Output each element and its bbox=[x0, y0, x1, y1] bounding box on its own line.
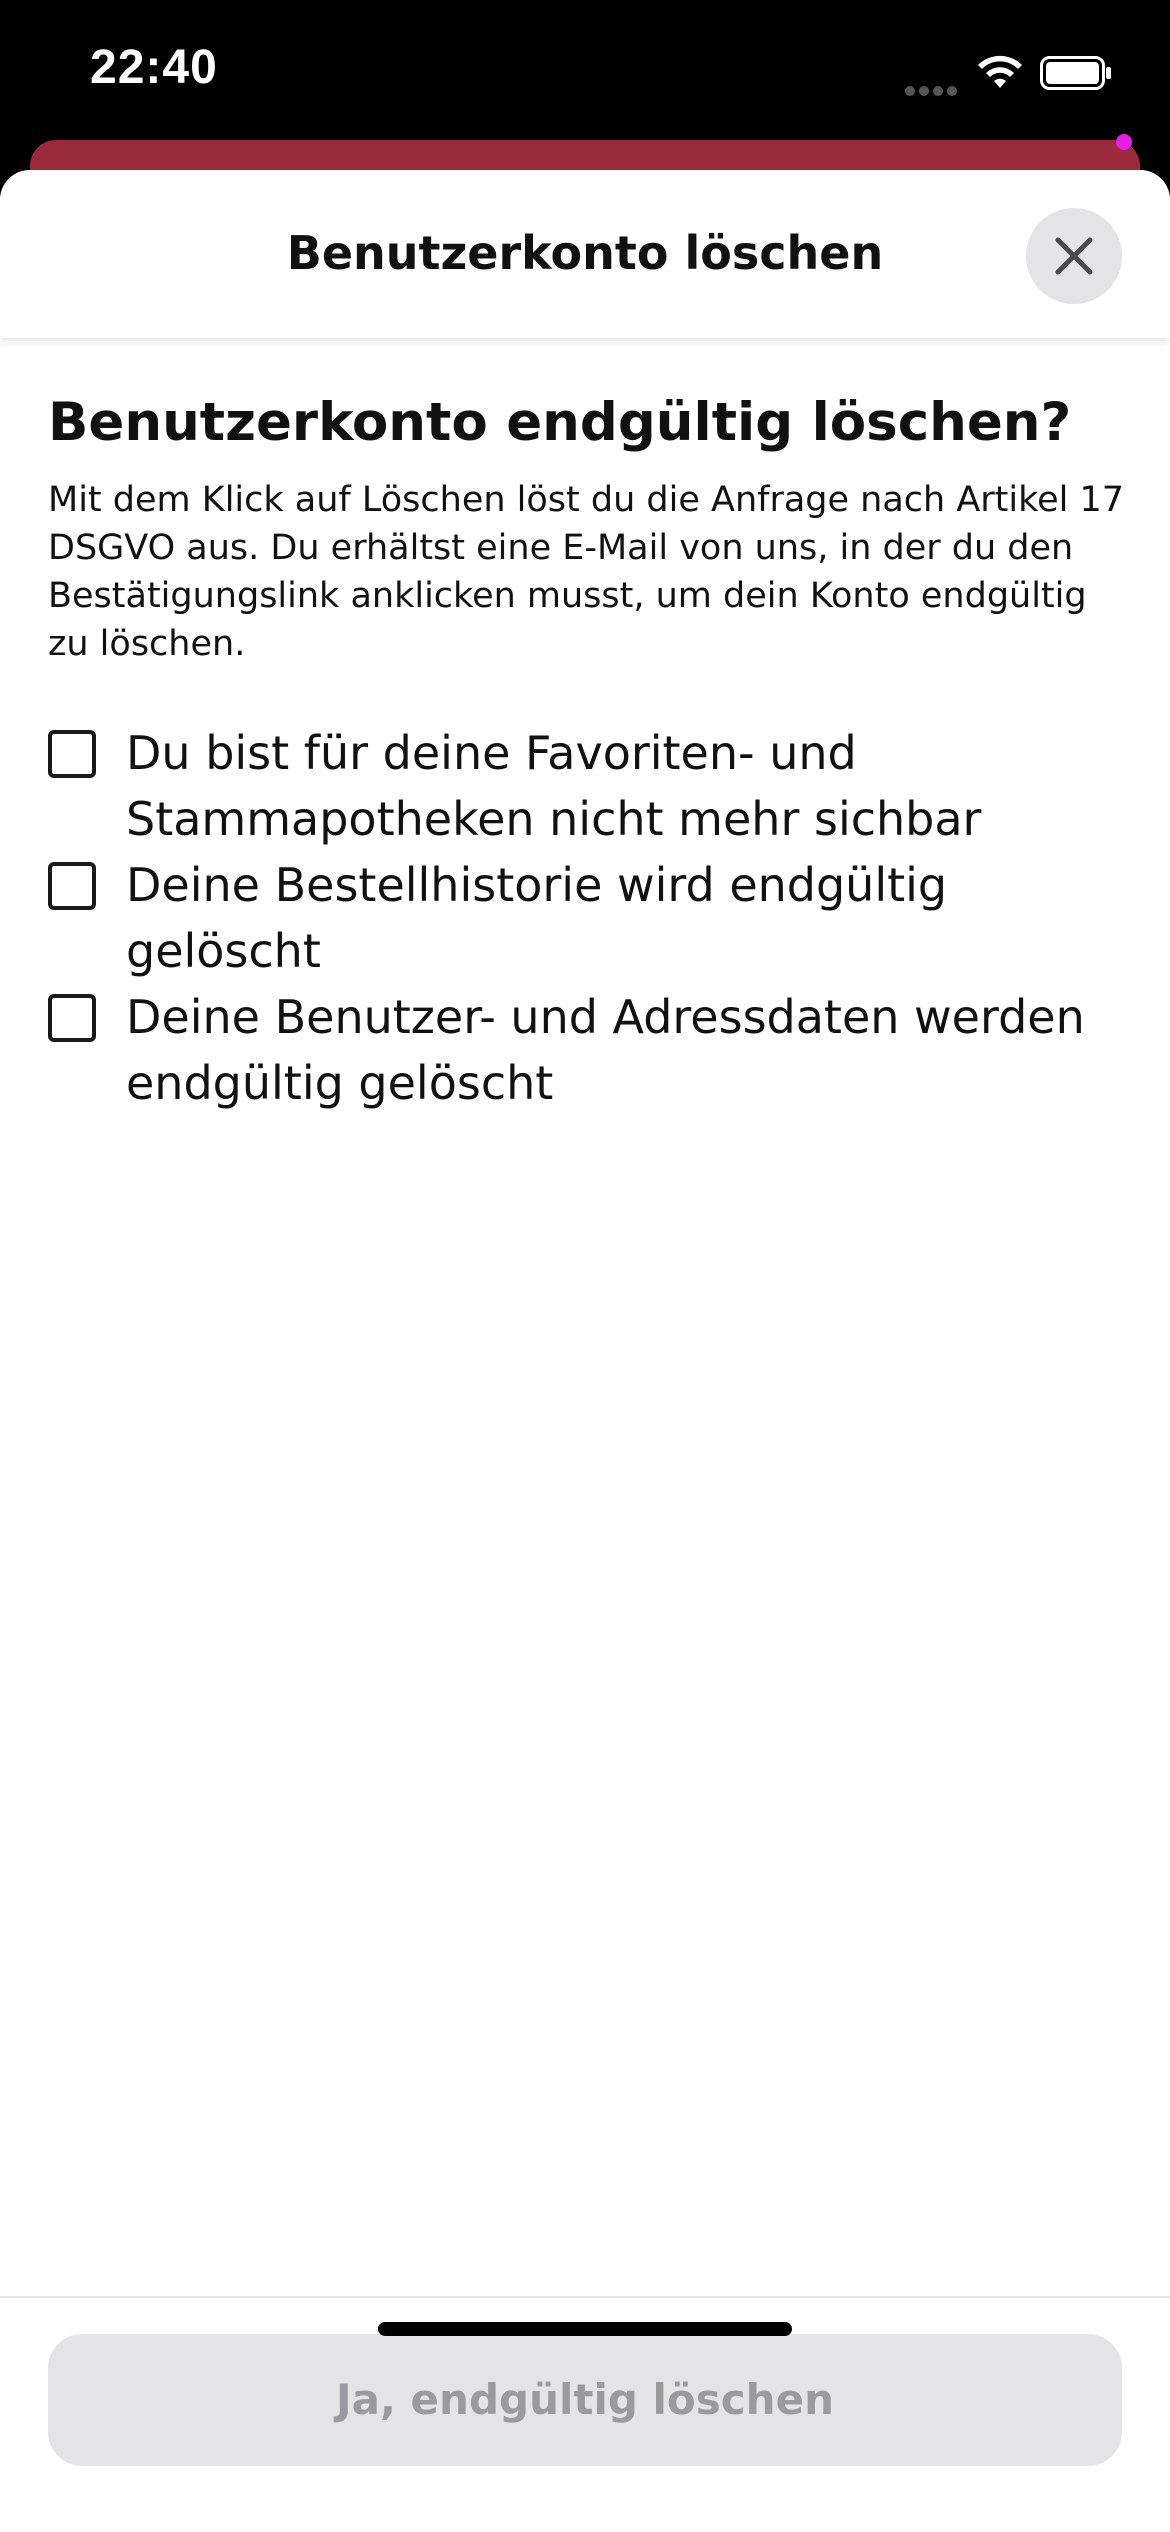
sheet-title: Benutzerkonto löschen bbox=[286, 226, 884, 280]
description-text: Mit dem Klick auf Löschen löst du die An… bbox=[48, 480, 1125, 664]
cellular-signal-icon bbox=[905, 81, 961, 96]
checkbox-label: Deine Benutzer- und Adressdaten werden e… bbox=[126, 990, 1085, 1110]
checkbox-label: Deine Bestellhistorie wird endgültig gel… bbox=[126, 858, 948, 978]
status-time: 22:40 bbox=[90, 41, 218, 94]
checkbox[interactable] bbox=[48, 994, 96, 1042]
confirm-delete-button[interactable]: Ja, endgültig löschen bbox=[48, 2334, 1122, 2466]
status-bar: 22:40 bbox=[0, 0, 1170, 140]
notification-dot bbox=[1116, 134, 1132, 150]
sheet-header: Benutzerkonto löschen bbox=[0, 170, 1170, 338]
close-icon bbox=[1055, 237, 1093, 275]
page-heading: Benutzerkonto endgültig löschen? bbox=[48, 392, 1072, 453]
delete-account-sheet: Benutzerkonto löschen Benutzerkonto endg… bbox=[0, 170, 1170, 2532]
checkbox-item-order-history[interactable]: Deine Bestellhistorie wird endgültig gel… bbox=[48, 852, 1128, 984]
checkbox-label: Du bist für deine Favoriten- und Stammap… bbox=[126, 726, 982, 846]
wifi-icon bbox=[978, 55, 1022, 88]
checkbox-item-user-data[interactable]: Deine Benutzer- und Adressdaten werden e… bbox=[48, 984, 1128, 1116]
home-indicator[interactable] bbox=[378, 2322, 792, 2336]
close-button[interactable] bbox=[1026, 208, 1122, 304]
checkbox-item-favorites[interactable]: Du bist für deine Favoriten- und Stammap… bbox=[48, 720, 1128, 852]
checkbox[interactable] bbox=[48, 862, 96, 910]
battery-icon bbox=[1040, 56, 1111, 90]
confirmation-checklist: Du bist für deine Favoriten- und Stammap… bbox=[48, 720, 1128, 1116]
sheet-content: Benutzerkonto endgültig löschen? Mit dem… bbox=[48, 388, 1128, 1116]
checkbox[interactable] bbox=[48, 730, 96, 778]
